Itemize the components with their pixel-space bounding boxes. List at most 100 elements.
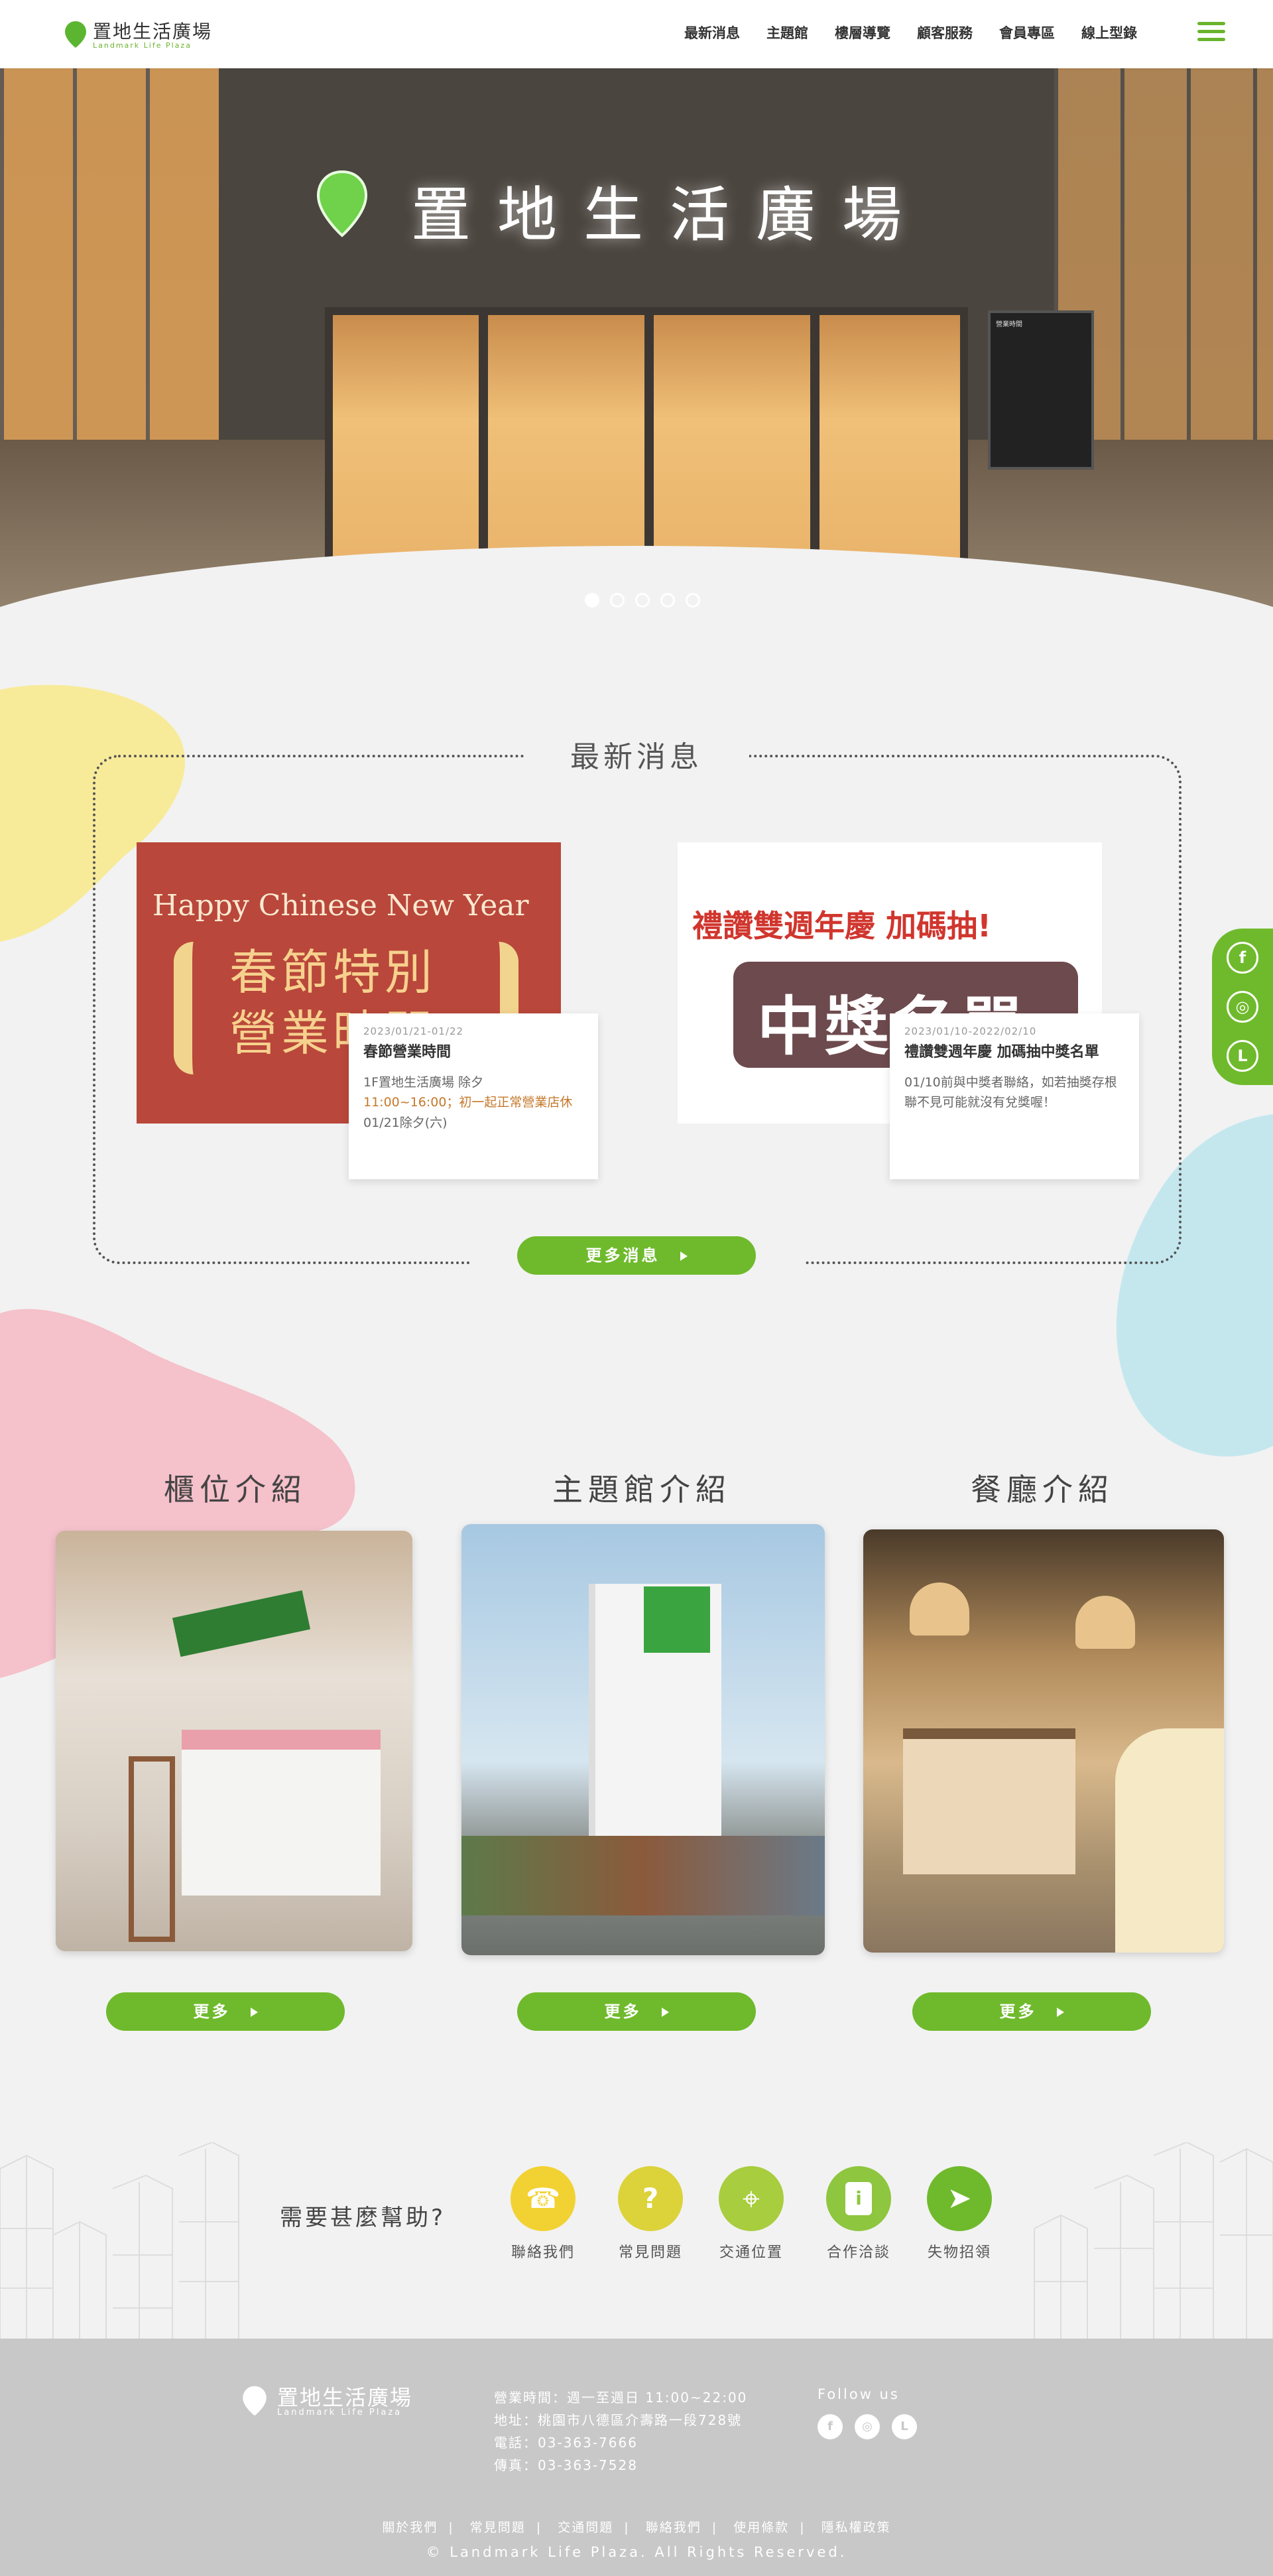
restaurant-wall: [1115, 1728, 1224, 1953]
nav-member[interactable]: 會員專區: [986, 20, 1068, 45]
carousel-dot-1[interactable]: [585, 593, 599, 608]
restaurant-more-button[interactable]: 更多: [912, 1992, 1151, 2031]
hero-carousel: 置地生活廣場 營業時間: [0, 68, 1273, 639]
link-separator: |: [536, 2520, 542, 2535]
help-location[interactable]: ⌖ 交通位置: [708, 2166, 794, 2262]
help-cooperation[interactable]: i 合作洽談: [816, 2166, 902, 2262]
news-card[interactable]: Happy Chinese New Year 春節特別營業時間 2023/01/…: [137, 842, 598, 1179]
help-contact-label: 聯絡我們: [511, 2244, 575, 2261]
footer-info: 營業時間：週一至週日 11:00~22:00 地址：桃園市八德區介壽路一段728…: [494, 2386, 747, 2477]
hamburger-menu-icon[interactable]: [1197, 22, 1225, 44]
nav-customer-service[interactable]: 顧客服務: [904, 20, 986, 45]
news-desc-line: 11:00~16:00；初一起正常營業店休: [363, 1095, 573, 1110]
carousel-dot-3[interactable]: [635, 593, 650, 608]
instagram-icon[interactable]: ◎: [855, 2414, 880, 2439]
help-contact[interactable]: ☎ 聯絡我們: [500, 2166, 586, 2262]
restaurant-image[interactable]: [863, 1529, 1224, 1953]
counter-image[interactable]: [56, 1531, 412, 1951]
help-lost-found-label: 失物招領: [927, 2244, 991, 2261]
map-glyph: ⌖: [743, 2181, 760, 2217]
main-nav: 最新消息 主題館 樓層導覽 顧客服務 會員專區 線上型錄: [671, 20, 1150, 45]
facebook-icon[interactable]: f: [818, 2414, 843, 2439]
theme-image[interactable]: [461, 1524, 825, 1955]
footer-hours: 營業時間：週一至週日 11:00~22:00: [494, 2390, 748, 2406]
nav-catalog[interactable]: 線上型錄: [1068, 20, 1150, 45]
location-pin-icon: [243, 2386, 267, 2416]
nav-theme[interactable]: 主題館: [753, 20, 821, 45]
footer: 置地生活廣場 Landmark Life Plaza 營業時間：週一至週日 11…: [0, 2339, 1273, 2576]
footer-link-faq[interactable]: 常見問題: [470, 2520, 526, 2535]
footer-link-about[interactable]: 關於我們: [382, 2520, 438, 2535]
theme-more-button[interactable]: 更多: [517, 1992, 756, 2031]
news-desc-line: 1F置地生活廣場 除夕: [363, 1074, 484, 1090]
help-faq[interactable]: ? 常見問題: [607, 2166, 694, 2262]
hero-pin-icon: [316, 170, 368, 237]
theme-tower-sign: [644, 1586, 710, 1653]
footer-phone: 電話：03-363-7666: [494, 2435, 638, 2451]
headset-icon: ☎: [511, 2166, 576, 2231]
counter-sign: [172, 1590, 311, 1657]
more-news-button[interactable]: 更多消息: [517, 1236, 756, 1275]
play-arrow-icon: [250, 2008, 258, 2017]
footer-logo[interactable]: 置地生活廣場 Landmark Life Plaza: [241, 2380, 427, 2421]
paper-plane-icon: ➤: [927, 2166, 992, 2231]
instagram-icon[interactable]: ◎: [1227, 991, 1258, 1023]
more-label: 更多: [193, 2002, 231, 2021]
carousel-dot-2[interactable]: [610, 593, 625, 608]
counter-more-button[interactable]: 更多: [106, 1992, 345, 2031]
link-separator: |: [624, 2520, 630, 2535]
help-lost-found[interactable]: ➤ 失物招領: [916, 2166, 1002, 2262]
header: 置地生活廣場 Landmark Life Plaza 最新消息 主題館 樓層導覽…: [0, 0, 1273, 68]
headset-glyph: ☎: [525, 2182, 561, 2215]
footer-link-traffic[interactable]: 交通問題: [558, 2520, 613, 2535]
link-separator: |: [711, 2520, 718, 2535]
plane-glyph: ➤: [947, 2181, 972, 2215]
info-card-icon: i: [826, 2166, 891, 2231]
carousel-dot-4[interactable]: [660, 593, 675, 608]
carousel-dot-5[interactable]: [686, 593, 700, 608]
building-outline-left: [0, 2142, 239, 2339]
footer-link-terms[interactable]: 使用條款: [733, 2520, 789, 2535]
hero-info-board: 營業時間: [988, 310, 1094, 470]
question-glyph: ?: [642, 2182, 659, 2215]
restaurant-intro-title: 餐廳介紹: [971, 1472, 1114, 1508]
news-date: 2023/01/10-2022/02/10: [904, 1025, 1037, 1037]
line-icon[interactable]: L: [892, 2414, 917, 2439]
news-image-heading: 禮讚雙週年慶 加碼抽!: [692, 908, 991, 944]
building-outline-right: [1034, 2142, 1273, 2339]
line-icon[interactable]: L: [1227, 1040, 1258, 1072]
location-pin-icon: [65, 21, 86, 48]
restaurant-counter: [903, 1728, 1075, 1874]
nav-news[interactable]: 最新消息: [671, 20, 753, 45]
help-label: 需要甚麼幫助?: [280, 2205, 446, 2231]
news-desc-line: 01/21除夕(六): [363, 1115, 448, 1130]
footer-logo-subtitle: Landmark Life Plaza: [277, 2408, 402, 2417]
footer-link-privacy[interactable]: 隱私權政策: [821, 2520, 891, 2535]
link-separator: |: [448, 2520, 454, 2535]
news-card[interactable]: 禮讚雙週年慶 加碼抽! 中獎名單 2023/01/10-2022/02/10 禮…: [678, 842, 1139, 1179]
hero-board-title: 營業時間: [996, 321, 1022, 328]
logo[interactable]: 置地生活廣場 Landmark Life Plaza: [64, 16, 213, 53]
footer-link-contact[interactable]: 聯絡我們: [646, 2520, 701, 2535]
info-glyph: i: [845, 2182, 872, 2215]
counter-intro-title: 櫃位介紹: [164, 1472, 307, 1508]
question-chat-icon: ?: [618, 2166, 683, 2231]
help-faq-label: 常見問題: [618, 2244, 682, 2261]
hero-entrance: [325, 307, 968, 586]
news-title: 春節營業時間: [363, 1044, 452, 1061]
footer-address: 地址：桃園市八德區介壽路一段728號: [494, 2412, 743, 2428]
theme-buildings: [461, 1836, 825, 1915]
nav-floor-guide[interactable]: 樓層導覽: [821, 20, 904, 45]
footer-fax: 傳真：03-363-7528: [494, 2457, 638, 2473]
play-arrow-icon: [1056, 2008, 1064, 2017]
logo-subtitle: Landmark Life Plaza: [93, 41, 192, 50]
restaurant-lamp: [910, 1582, 969, 1636]
logo-name: 置地生活廣場: [93, 21, 213, 42]
news-image-heading: Happy Chinese New Year: [152, 889, 529, 923]
counter-desk: [182, 1730, 381, 1896]
footer-social: f ◎ L: [818, 2414, 917, 2439]
copyright: © Landmark Life Plaza. All Rights Reserv…: [426, 2544, 847, 2560]
news-info: 2023/01/10-2022/02/10 禮讚雙週年慶 加碼抽中獎名單 01/…: [890, 1013, 1139, 1179]
page: { "header": { "logo_name": "置地生活廣場", "lo…: [0, 0, 1273, 2576]
facebook-icon[interactable]: f: [1227, 942, 1258, 974]
